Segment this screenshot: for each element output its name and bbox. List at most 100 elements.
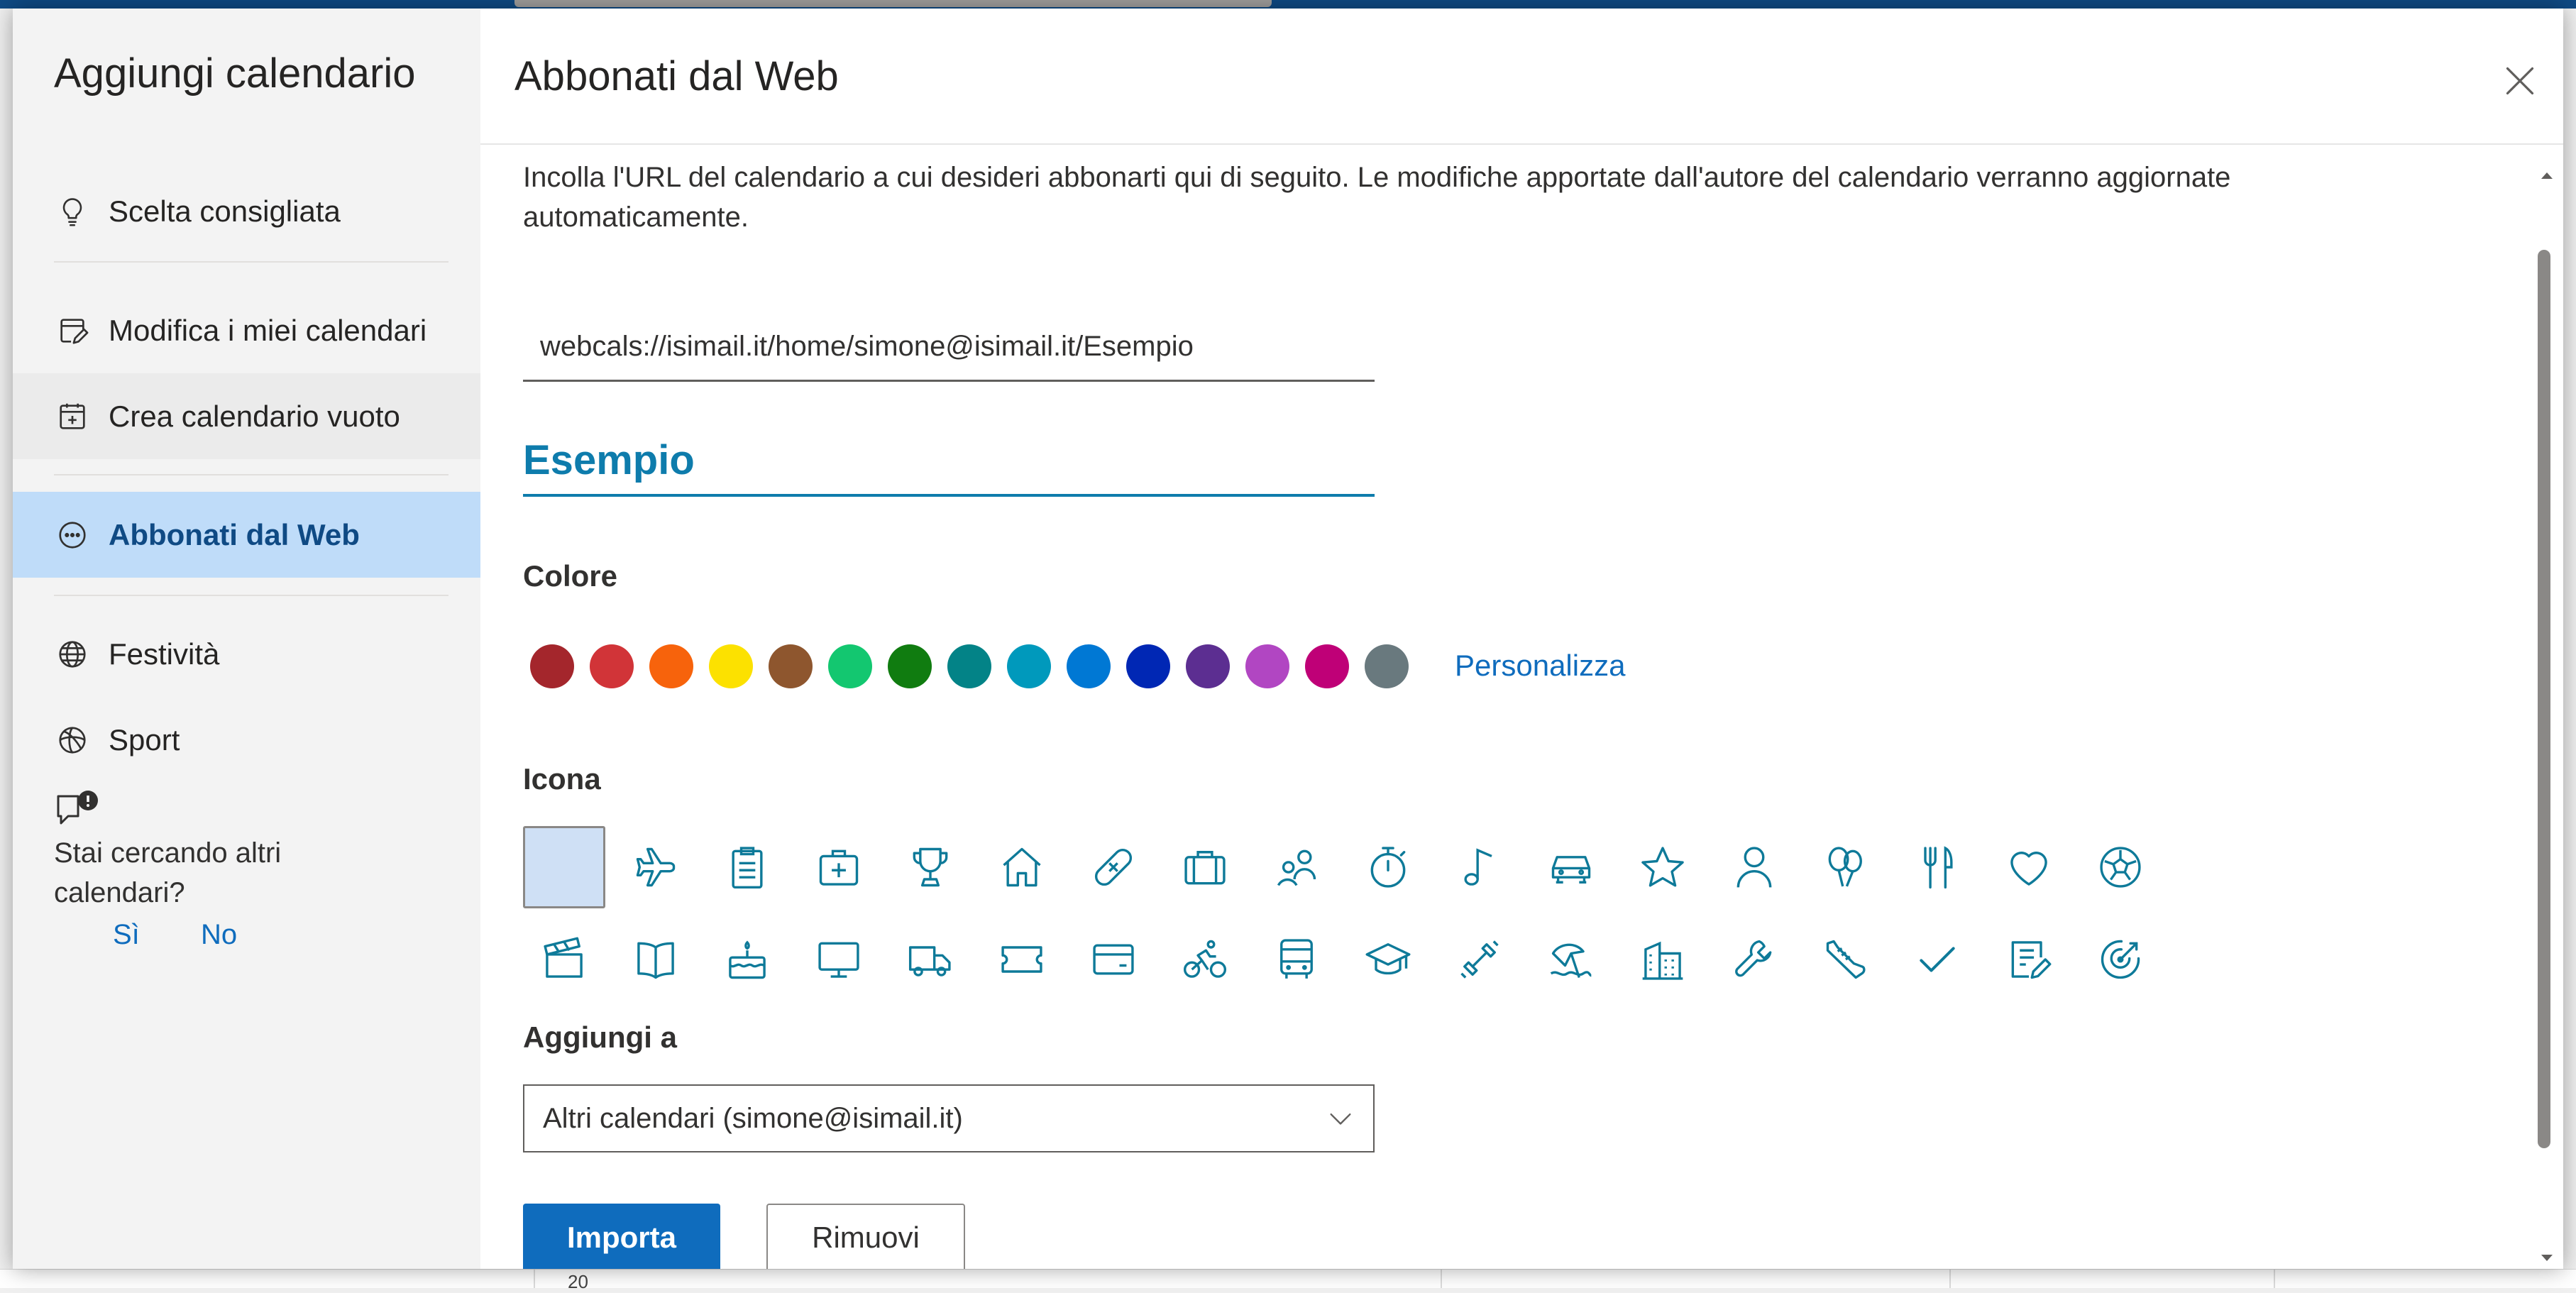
import-button[interactable]: Importa [523, 1204, 720, 1269]
icon-option-notepad[interactable] [1988, 918, 2070, 1001]
sidebar-item-label: Sport [109, 722, 180, 756]
color-swatch-14[interactable] [1305, 644, 1349, 688]
sidebar-item-edit-calendars[interactable]: Modifica i miei calendari [13, 287, 480, 373]
icon-option-trophy[interactable] [889, 826, 971, 908]
icon-option-truck[interactable] [889, 918, 971, 1001]
briefcase-icon [1184, 851, 1226, 885]
color-swatch-12[interactable] [1186, 644, 1230, 688]
icon-option-ticket[interactable] [981, 918, 1063, 1001]
icon-option-briefcase[interactable] [1164, 826, 1246, 908]
icon-option-soccer-ball[interactable] [2079, 826, 2162, 908]
icon-option-fork-knife[interactable] [1896, 826, 1978, 908]
icon-option-birthday-cake[interactable] [706, 918, 788, 1001]
grid-line [1441, 1270, 1442, 1288]
scrollbar[interactable] [2531, 145, 2563, 1269]
heart-icon [2010, 852, 2047, 886]
icon-option-medical-kit[interactable] [798, 826, 880, 908]
icon-option-clipboard[interactable] [706, 826, 788, 908]
icon-option-home[interactable] [981, 826, 1063, 908]
car-icon [1551, 856, 1591, 884]
icon-option-book[interactable] [615, 918, 697, 1001]
icon-option-car[interactable] [1530, 826, 1612, 908]
color-swatch-11[interactable] [1126, 644, 1170, 688]
scroll-down-arrow-icon[interactable] [2538, 1252, 2555, 1265]
color-swatch-8[interactable] [947, 644, 991, 688]
color-swatch-3[interactable] [649, 644, 693, 688]
color-swatch-4[interactable] [709, 644, 753, 688]
color-swatch-13[interactable] [1245, 644, 1289, 688]
color-swatch-1[interactable] [530, 644, 574, 688]
divider [54, 261, 448, 263]
sidebar-item-sport[interactable]: Sport [13, 697, 480, 783]
icon-option-star[interactable] [1622, 826, 1704, 908]
feedback-no-link[interactable]: No [201, 919, 237, 951]
feedback-icon [54, 789, 101, 832]
app-top-bar [0, 0, 2576, 9]
icon-option-stopwatch[interactable] [1347, 826, 1429, 908]
credit-card-icon [1093, 944, 1134, 975]
truck-icon [908, 946, 951, 976]
web-subscribe-icon [54, 517, 91, 554]
icon-option-bus[interactable] [1255, 918, 1338, 1001]
icon-option-credit-card[interactable] [1072, 918, 1155, 1001]
stopwatch-icon [1370, 847, 1406, 888]
color-swatch-10[interactable] [1067, 644, 1111, 688]
page-title: Abbonati dal Web [514, 53, 839, 99]
add-to-label: Aggiungi a [523, 1020, 677, 1054]
icon-option-target[interactable] [2079, 918, 2162, 1001]
icon-option-dumbbell[interactable] [1438, 918, 1521, 1001]
ticket-icon [1001, 946, 1042, 973]
monitor-icon [818, 942, 859, 978]
icon-option-wrench[interactable] [1713, 918, 1795, 1001]
icon-option-clapperboard[interactable] [523, 918, 605, 1001]
music-note-icon [1464, 848, 1492, 886]
icon-option-none[interactable] [523, 826, 605, 908]
icon-option-monitor[interactable] [798, 918, 880, 1001]
feedback-yes-link[interactable]: Sì [113, 919, 140, 951]
scrollbar-thumb[interactable] [2538, 250, 2550, 1148]
icon-option-airplane[interactable] [615, 826, 697, 908]
color-swatch-9[interactable] [1007, 644, 1051, 688]
icon-option-graduation-cap[interactable] [1347, 918, 1429, 1001]
icon-option-cyclist[interactable] [1164, 918, 1246, 1001]
people-icon [1277, 849, 1316, 886]
sidebar-item-label: Modifica i miei calendari [109, 313, 427, 347]
cyclist-icon [1183, 940, 1227, 978]
customize-color-link[interactable]: Personalizza [1455, 649, 1625, 683]
icon-option-sneaker[interactable] [1805, 918, 1887, 1001]
calendar-url-input[interactable] [523, 314, 1375, 382]
icon-option-checkmark[interactable] [1896, 918, 1978, 1001]
icon-option-people[interactable] [1255, 826, 1338, 908]
icon-option-bandage[interactable] [1072, 826, 1155, 908]
sidebar-item-recommended[interactable]: Scelta consigliata [13, 168, 480, 254]
icon-option-heart[interactable] [1988, 826, 2070, 908]
notepad-icon [2011, 941, 2052, 979]
color-swatch-5[interactable] [769, 644, 813, 688]
icon-option-music-note[interactable] [1438, 826, 1521, 908]
medical-kit-icon [819, 849, 859, 886]
airplane-icon [636, 847, 676, 887]
color-swatch-2[interactable] [590, 644, 634, 688]
feedback-question: Stai cercando altri calendari? [54, 837, 282, 908]
fork-knife-icon [1924, 846, 1953, 889]
calendar-name-input[interactable] [523, 426, 1375, 497]
sidebar-item-subscribe-web[interactable]: Abbonati dal Web [13, 492, 480, 578]
color-swatch-15[interactable] [1365, 644, 1409, 688]
icon-option-building[interactable] [1622, 918, 1704, 1001]
scroll-up-arrow-icon[interactable] [2538, 169, 2555, 182]
grid-line [2274, 1270, 2275, 1288]
close-button[interactable] [2499, 60, 2541, 102]
person-icon [1736, 847, 1772, 888]
sidebar-item-holidays[interactable]: Festività [13, 611, 480, 697]
divider [54, 474, 448, 475]
search-bar-hint [514, 0, 1272, 7]
sidebar-item-create-blank[interactable]: Crea calendario vuoto [13, 373, 480, 459]
color-swatch-6[interactable] [828, 644, 872, 688]
remove-button[interactable]: Rimuovi [766, 1204, 965, 1269]
color-swatch-7[interactable] [888, 644, 932, 688]
dialog-main-panel: Abbonati dal Web Incolla l'URL del calen… [480, 9, 2563, 1269]
icon-option-person[interactable] [1713, 826, 1795, 908]
icon-option-beach[interactable] [1530, 918, 1612, 1001]
icon-option-balloons[interactable] [1805, 826, 1887, 908]
add-to-dropdown[interactable]: Altri calendari (simone@isimail.it) [523, 1084, 1375, 1152]
